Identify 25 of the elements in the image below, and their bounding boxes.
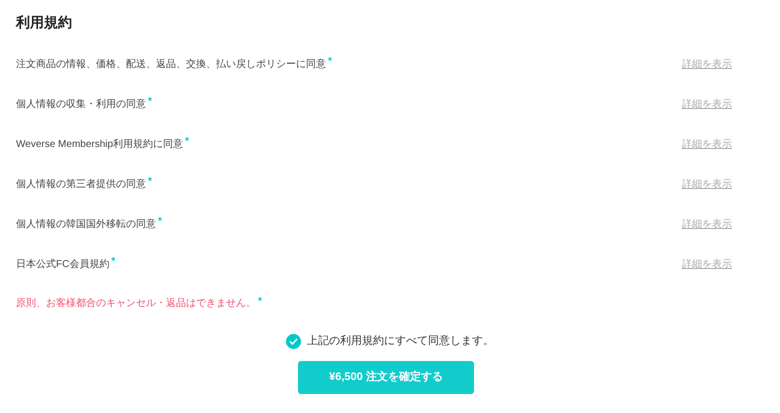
term-label: Weverse Membership利用規約に同意 xyxy=(16,138,184,152)
term-label: 個人情報の収集・利用の同意 xyxy=(16,98,146,112)
required-mark: * xyxy=(328,56,332,66)
details-link[interactable]: 詳細を表示 xyxy=(682,256,732,272)
required-mark: * xyxy=(158,216,162,226)
agree-label: 上記の利用規約にすべて同意します。 xyxy=(307,334,494,349)
term-label: 日本公式FC会員規約 xyxy=(16,258,110,272)
required-mark: * xyxy=(185,136,189,146)
agree-checkbox[interactable] xyxy=(286,334,301,348)
check-icon xyxy=(289,338,298,344)
section-title: 利用規約 xyxy=(16,13,73,31)
notice-text: 原則、お客様都合のキャンセル・返品はできません。 xyxy=(16,296,256,310)
confirm-order-button[interactable]: ¥6,500 注文を確定する xyxy=(298,361,474,394)
details-link[interactable]: 詳細を表示 xyxy=(682,136,732,152)
details-link[interactable]: 詳細を表示 xyxy=(682,56,732,72)
required-mark: * xyxy=(148,96,152,106)
required-mark: * xyxy=(258,294,262,308)
details-link[interactable]: 詳細を表示 xyxy=(682,96,732,112)
term-label: 個人情報の第三者提供の同意 xyxy=(16,178,146,192)
details-link[interactable]: 詳細を表示 xyxy=(682,216,732,232)
details-link[interactable]: 詳細を表示 xyxy=(682,176,732,192)
required-mark: * xyxy=(111,256,116,266)
term-label: 個人情報の韓国国外移転の同意 xyxy=(16,218,156,232)
term-label: 注文商品の情報、価格、配送、返品、交換、払い戻しポリシーに同意 xyxy=(16,58,326,72)
required-mark: * xyxy=(148,176,152,186)
